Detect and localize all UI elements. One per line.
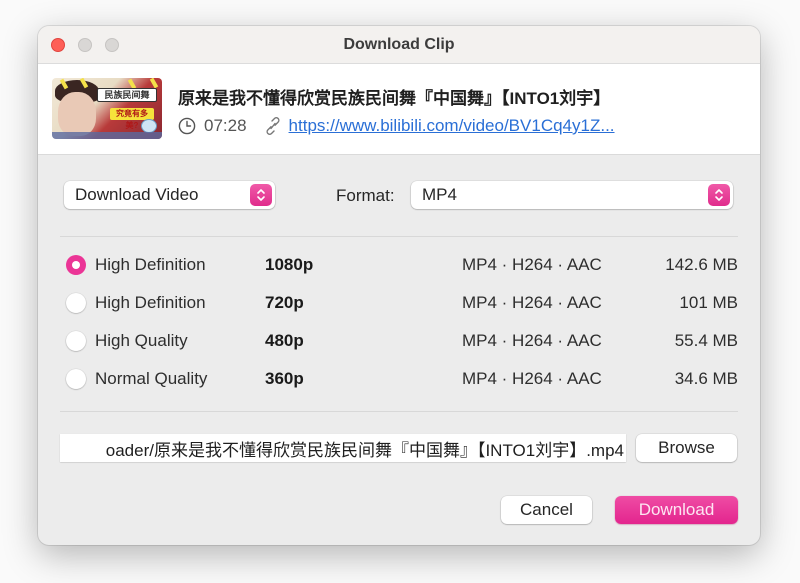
quality-size: 34.6 MB	[674, 369, 738, 388]
quality-resolution: 720p	[265, 293, 304, 312]
clock-icon	[178, 117, 196, 135]
format-value: MP4	[422, 185, 457, 204]
quality-size: 101 MB	[679, 293, 738, 312]
quality-codec: MP4 · H264 · AAC	[462, 331, 602, 350]
browse-button[interactable]: Browse	[636, 434, 737, 462]
thumbnail-decoration	[149, 78, 159, 89]
quality-codec: MP4 · H264 · AAC	[462, 255, 602, 274]
format-label: Format:	[336, 186, 395, 205]
save-path-field[interactable]: oader/原来是我不懂得欣赏民族民间舞『中国舞』【INTO1刘宇】.mp4	[60, 434, 626, 462]
quality-resolution: 360p	[265, 369, 304, 388]
save-path-value: oader/原来是我不懂得欣赏民族民间舞『中国舞』【INTO1刘宇】.mp4	[105, 440, 624, 460]
chevron-up-down-icon[interactable]	[708, 184, 730, 206]
radio-button-selected[interactable]	[66, 255, 86, 275]
chevron-up-down-icon[interactable]	[250, 184, 272, 206]
quality-option-360p[interactable]: Normal Quality 360p MP4 · H264 · AAC 34.…	[66, 365, 738, 393]
quality-label: High Definition	[95, 293, 206, 312]
download-button[interactable]: Download	[615, 496, 738, 524]
quality-size: 142.6 MB	[665, 255, 738, 274]
radio-button[interactable]	[66, 369, 86, 389]
video-thumbnail: 民族民间舞 究竟有多美?	[52, 78, 162, 139]
download-clip-dialog: Download Clip 民族民间舞 究竟有多美? 原来是我不懂得欣赏民族民间…	[38, 26, 760, 545]
divider	[60, 411, 738, 412]
download-mode-popup[interactable]: Download Video	[64, 181, 275, 209]
quality-option-480p[interactable]: High Quality 480p MP4 · H264 · AAC 55.4 …	[66, 327, 738, 355]
clip-meta: 07:28 https://www.bilibili.com/video/BV1…	[178, 115, 615, 137]
radio-button[interactable]	[66, 293, 86, 313]
clip-info-header: 民族民间舞 究竟有多美? 原来是我不懂得欣赏民族民间舞『中国舞』【INTO1刘宇…	[38, 64, 760, 155]
format-popup[interactable]: MP4	[411, 181, 733, 209]
thumbnail-caption: 民族民间舞	[97, 88, 157, 102]
quality-resolution: 1080p	[265, 255, 314, 274]
link-icon	[266, 117, 280, 135]
quality-codec: MP4 · H264 · AAC	[462, 293, 602, 312]
quality-option-720p[interactable]: High Definition 720p MP4 · H264 · AAC 10…	[66, 289, 738, 317]
quality-option-1080p[interactable]: High Definition 1080p MP4 · H264 · AAC 1…	[66, 251, 738, 279]
clip-title: 原来是我不懂得欣赏民族民间舞『中国舞』【INTO1刘宇】	[178, 89, 611, 108]
thumbnail-mascot	[141, 119, 157, 133]
quality-label: Normal Quality	[95, 369, 208, 388]
quality-resolution: 480p	[265, 331, 304, 350]
divider	[60, 236, 738, 237]
download-mode-value: Download Video	[75, 185, 199, 204]
cancel-button[interactable]: Cancel	[501, 496, 592, 524]
thumbnail-strip	[52, 132, 162, 139]
thumbnail-face	[58, 92, 96, 136]
title-bar[interactable]: Download Clip	[38, 26, 760, 64]
window-title: Download Clip	[343, 36, 455, 53]
clip-duration: 07:28	[204, 116, 247, 135]
quality-codec: MP4 · H264 · AAC	[462, 369, 602, 388]
quality-label: High Definition	[95, 255, 206, 274]
quality-size: 55.4 MB	[674, 331, 738, 350]
quality-label: High Quality	[95, 331, 188, 350]
radio-button[interactable]	[66, 331, 86, 351]
clip-url-link[interactable]: https://www.bilibili.com/video/BV1Cq4y1Z…	[289, 116, 615, 136]
